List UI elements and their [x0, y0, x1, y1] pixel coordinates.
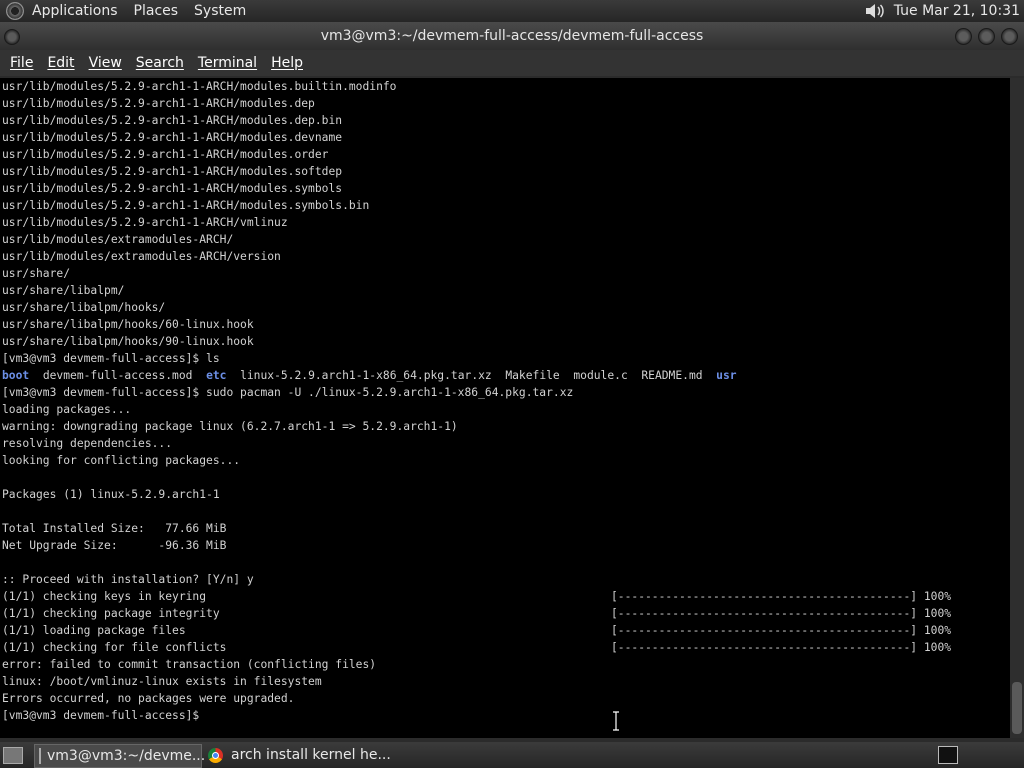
- terminal-line: usr/lib/modules/5.2.9-arch1-1-ARCH/modul…: [2, 199, 370, 212]
- progress-line: (1/1) checking for file conflicts [------…: [0, 639, 1010, 656]
- window-titlebar[interactable]: vm3@vm3:~/devmem-full-access/devmem-full…: [0, 22, 1024, 50]
- terminal-line: usr/lib/modules/extramodules-ARCH/versio…: [2, 250, 281, 263]
- close-button[interactable]: [1001, 28, 1018, 45]
- ls-dir-etc: etc: [206, 369, 227, 382]
- terminal-prompt-line: [vm3@vm3 devmem-full-access]$ ls: [2, 352, 220, 365]
- progress-label: (1/1) checking for file conflicts: [2, 641, 227, 654]
- terminal-line: looking for conflicting packages...: [2, 454, 241, 467]
- terminal-line: Packages (1) linux-5.2.9.arch1-1: [2, 488, 220, 501]
- task-label: vm3@vm3:~/devme...: [47, 748, 206, 764]
- progress-bar-text: [---------------------------------------…: [611, 641, 952, 654]
- maximize-button[interactable]: [978, 28, 995, 45]
- terminal-line: Errors occurred, no packages were upgrad…: [2, 692, 295, 705]
- progress-label: (1/1) loading package files: [2, 624, 186, 637]
- terminal-line: linux: /boot/vmlinuz-linux exists in fil…: [2, 675, 322, 688]
- terminal-line: usr/lib/modules/5.2.9-arch1-1-ARCH/modul…: [2, 182, 343, 195]
- panel-right: Tue Mar 21, 10:31: [864, 2, 1020, 20]
- terminal-line: usr/share/libalpm/: [2, 284, 125, 297]
- terminal-line: usr/lib/modules/5.2.9-arch1-1-ARCH/modul…: [2, 114, 343, 127]
- volume-icon[interactable]: [864, 2, 886, 20]
- ls-dir-boot: boot: [2, 369, 30, 382]
- ls-file: devmem-full-access.mod: [29, 369, 207, 382]
- terminal-line: usr/share/: [2, 267, 71, 280]
- menu-terminal[interactable]: Terminal: [198, 55, 257, 71]
- terminal-line: resolving dependencies...: [2, 437, 173, 450]
- distro-logo-icon[interactable]: [6, 2, 24, 20]
- terminal-line: error: failed to commit transaction (con…: [2, 658, 377, 671]
- terminal-line: usr/lib/modules/5.2.9-arch1-1-ARCH/modul…: [2, 148, 329, 161]
- top-panel: Applications Places System Tue Mar 21, 1…: [0, 0, 1024, 22]
- progress-line: (1/1) checking keys in keyring [---------…: [0, 588, 1010, 605]
- window-controls: [955, 28, 1018, 45]
- scrollbar-thumb[interactable]: [1012, 682, 1022, 734]
- terminal-scrollbar[interactable]: [1010, 78, 1024, 738]
- progress-bar-text: [---------------------------------------…: [611, 624, 952, 637]
- menu-search[interactable]: Search: [136, 55, 184, 71]
- show-desktop-icon[interactable]: [3, 747, 23, 764]
- terminal-line: usr/lib/modules/5.2.9-arch1-1-ARCH/modul…: [2, 131, 343, 144]
- minimize-button[interactable]: [955, 28, 972, 45]
- task-browser[interactable]: arch install kernel he...: [202, 744, 402, 766]
- progress-line: (1/1) loading package files [------------…: [0, 622, 1010, 639]
- menu-edit[interactable]: Edit: [47, 55, 74, 71]
- terminal-line: loading packages...: [2, 403, 132, 416]
- menu-help[interactable]: Help: [271, 55, 303, 71]
- terminal-line: :: Proceed with installation? [Y/n] y: [2, 573, 254, 586]
- task-label: arch install kernel he...: [231, 747, 391, 763]
- terminal-line: warning: downgrading package linux (6.2.…: [2, 420, 458, 433]
- menu-view[interactable]: View: [89, 55, 122, 71]
- terminal-line: Net Upgrade Size: -96.36 MiB: [2, 539, 227, 552]
- window-menu-button[interactable]: [4, 29, 20, 45]
- terminal-line: usr/share/libalpm/hooks/90-linux.hook: [2, 335, 254, 348]
- terminal-prompt-line: [vm3@vm3 devmem-full-access]$ sudo pacma…: [2, 386, 574, 399]
- progress-bar-text: [---------------------------------------…: [611, 607, 952, 620]
- terminal-line: usr/lib/modules/5.2.9-arch1-1-ARCH/modul…: [2, 97, 315, 110]
- terminal-line: usr/lib/modules/5.2.9-arch1-1-ARCH/vmlin…: [2, 216, 288, 229]
- terminal-line: usr/lib/modules/5.2.9-arch1-1-ARCH/modul…: [2, 80, 397, 93]
- terminal-line: usr/lib/modules/5.2.9-arch1-1-ARCH/modul…: [2, 165, 343, 178]
- terminal-menubar: File Edit View Search Terminal Help: [0, 50, 1024, 76]
- workspace-switcher-icon[interactable]: [938, 746, 958, 764]
- task-terminal[interactable]: vm3@vm3:~/devme...: [34, 744, 206, 768]
- terminal-line: usr/lib/modules/extramodules-ARCH/: [2, 233, 234, 246]
- terminal-line: usr/share/libalpm/hooks/: [2, 301, 166, 314]
- ls-output-line: boot devmem-full-access.mod etc linux-5.…: [0, 367, 1010, 384]
- menu-places[interactable]: Places: [134, 3, 179, 19]
- ls-files: linux-5.2.9.arch1-1-x86_64.pkg.tar.xz Ma…: [226, 369, 717, 382]
- text-cursor-icon: [613, 711, 619, 731]
- terminal-output[interactable]: usr/lib/modules/5.2.9-arch1-1-ARCH/modul…: [0, 78, 1010, 738]
- bottom-taskbar: vm3@vm3:~/devme... arch install kernel h…: [0, 742, 1024, 768]
- progress-label: (1/1) checking package integrity: [2, 607, 220, 620]
- terminal-line: Total Installed Size: 77.66 MiB: [2, 522, 227, 535]
- progress-bar-text: [---------------------------------------…: [611, 590, 952, 603]
- window-title: vm3@vm3:~/devmem-full-access/devmem-full…: [320, 28, 704, 44]
- menu-applications[interactable]: Applications: [32, 3, 118, 19]
- progress-line: (1/1) checking package integrity [-------…: [0, 605, 1010, 622]
- progress-label: (1/1) checking keys in keyring: [2, 590, 207, 603]
- menu-file[interactable]: File: [10, 55, 33, 71]
- chrome-icon: [208, 747, 223, 763]
- ls-dir-usr: usr: [716, 369, 737, 382]
- clock[interactable]: Tue Mar 21, 10:31: [894, 3, 1020, 19]
- menu-system[interactable]: System: [194, 3, 246, 19]
- terminal-prompt-line: [vm3@vm3 devmem-full-access]$: [2, 709, 200, 722]
- terminal-icon: [39, 748, 41, 764]
- terminal-line: usr/share/libalpm/hooks/60-linux.hook: [2, 318, 254, 331]
